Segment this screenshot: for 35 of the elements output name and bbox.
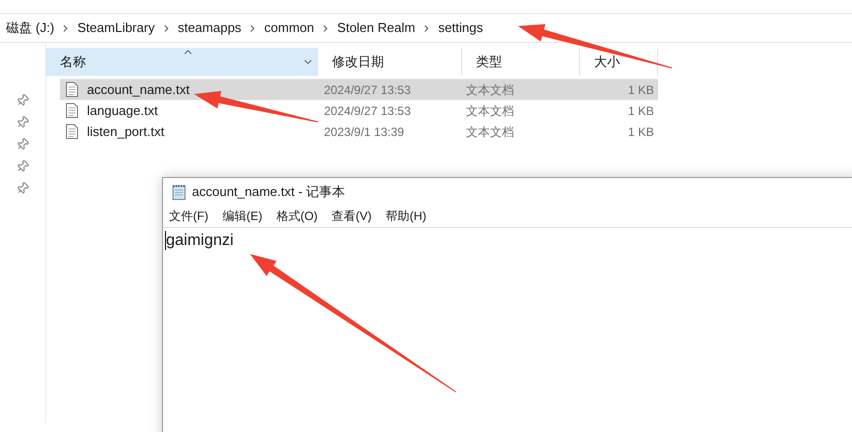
- document-icon: [66, 124, 78, 139]
- document-icon: [66, 82, 78, 97]
- modified-date: 2024/9/27 13:53: [323, 82, 412, 98]
- column-header[interactable]: 修改日期: [318, 48, 462, 76]
- breadcrumb[interactable]: steamapps: [178, 18, 242, 38]
- file-name: account_name.txt: [87, 80, 190, 99]
- column-header[interactable]: 名称: [46, 48, 318, 76]
- modified-date: 2024/9/27 13:53: [323, 102, 412, 120]
- window-title: account_name.txt - 记事本: [192, 182, 346, 201]
- breadcrumb[interactable]: common: [264, 18, 314, 38]
- notepad-icon: [172, 184, 186, 200]
- file-size: 1 KB: [626, 82, 654, 98]
- file-row[interactable]: listen_port.txt 2023/9/1 13:39 文本文档 1 KB: [60, 121, 658, 142]
- menu-item[interactable]: 帮助(H): [386, 207, 426, 225]
- file-type: 文本文档: [465, 102, 515, 120]
- breadcrumb[interactable]: settings: [438, 18, 484, 38]
- breadcrumb[interactable]: Stolen Realm: [337, 18, 416, 38]
- file-row[interactable]: account_name.txt 2024/9/27 13:53 文本文档 1 KB: [60, 79, 658, 100]
- menu-item[interactable]: 编辑(E): [222, 207, 262, 225]
- menu-item[interactable]: 格式(O): [276, 207, 318, 225]
- document-icon: [66, 103, 78, 118]
- document-text: gaimignzi: [166, 231, 234, 251]
- menu-item[interactable]: 查看(V): [332, 207, 372, 225]
- modified-date: 2023/9/1 13:39: [323, 124, 406, 140]
- file-size: 1 KB: [626, 102, 654, 120]
- file-row[interactable]: language.txt 2024/9/27 13:53 文本文档 1 KB: [60, 100, 658, 121]
- file-name: listen_port.txt: [87, 122, 164, 141]
- column-header[interactable]: 类型: [462, 48, 580, 76]
- menu-item[interactable]: 文件(F): [169, 207, 208, 225]
- file-type: 文本文档: [465, 82, 515, 98]
- file-name: language.txt: [87, 102, 158, 120]
- breadcrumb[interactable]: 磁盘 (J:): [6, 18, 54, 38]
- file-size: 1 KB: [626, 124, 654, 140]
- file-type: 文本文档: [465, 124, 515, 140]
- breadcrumb[interactable]: SteamLibrary: [77, 18, 155, 38]
